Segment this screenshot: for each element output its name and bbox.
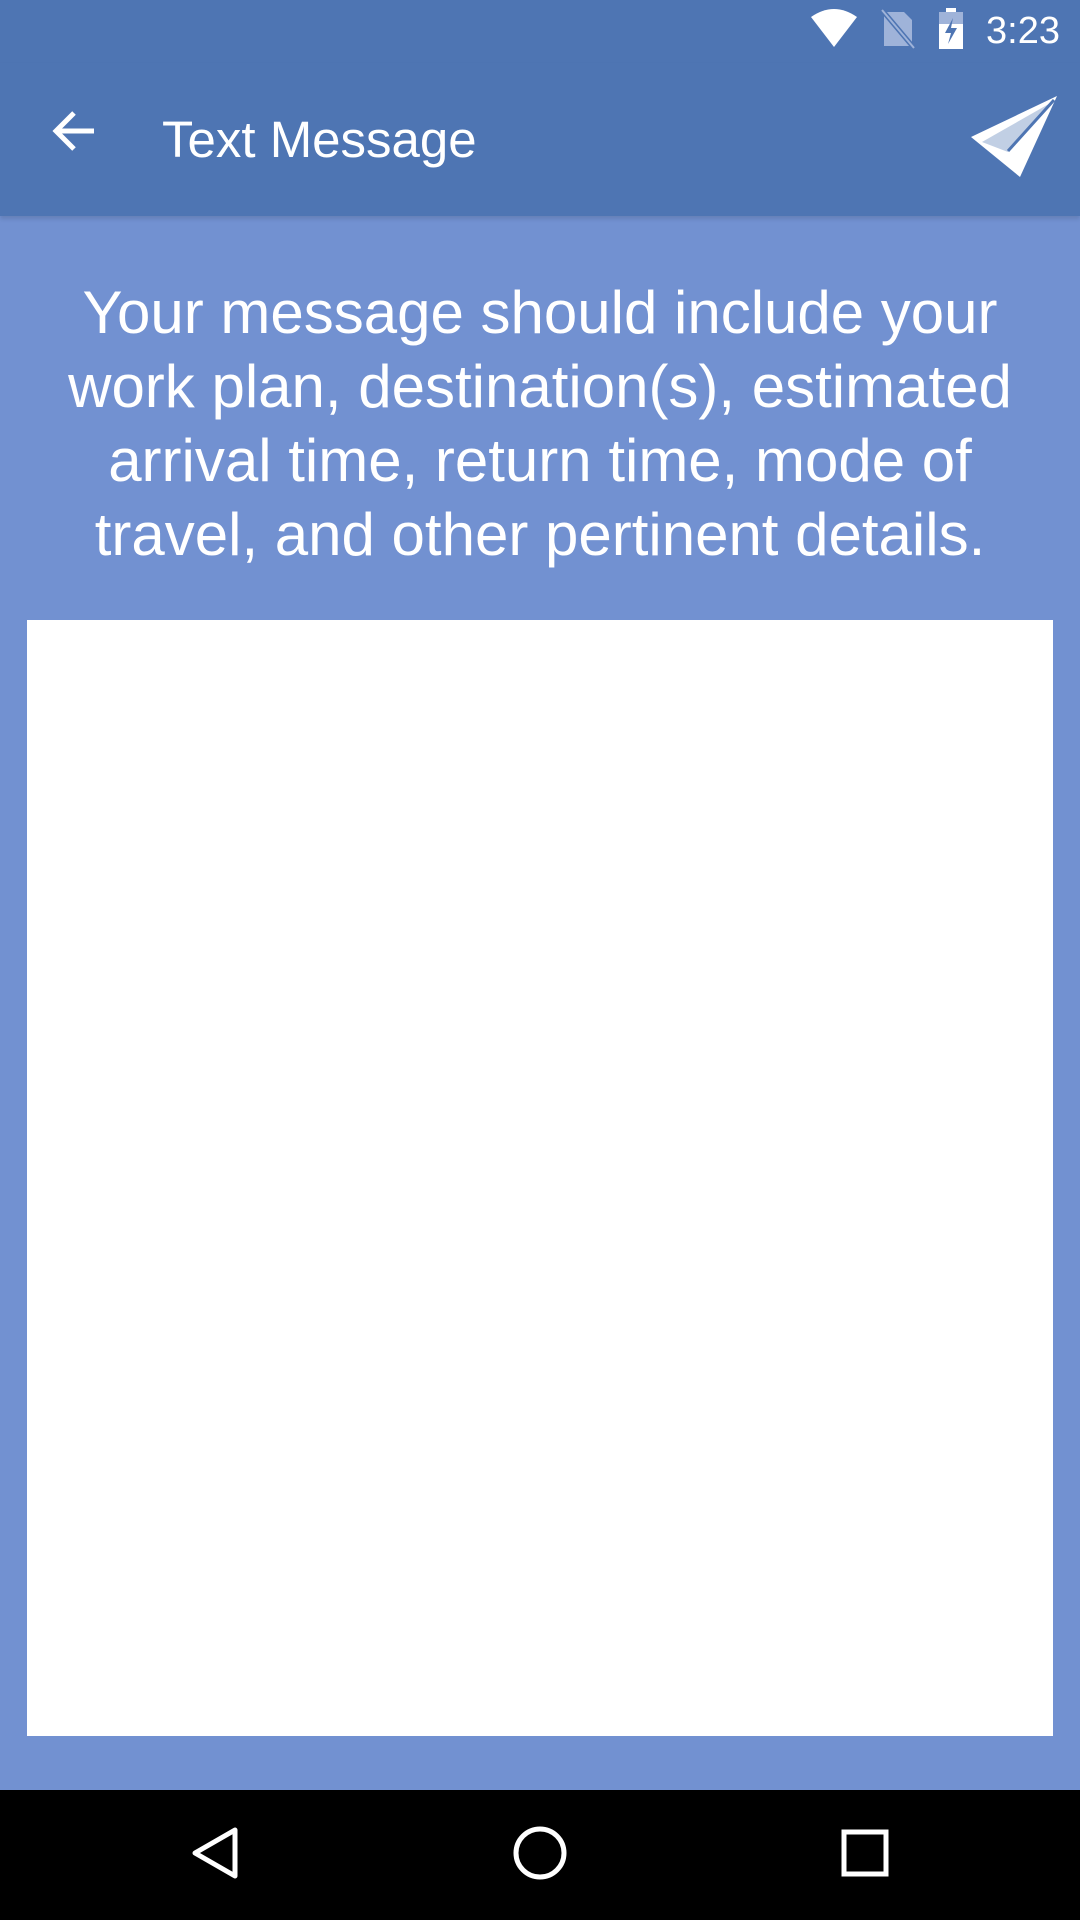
back-button[interactable] (34, 93, 114, 173)
no-sim-icon (880, 8, 916, 55)
status-bar: 3:23 (0, 0, 1080, 63)
app-bar: Text Message (0, 63, 1080, 216)
arrow-left-icon (50, 107, 98, 160)
nav-home-button[interactable] (500, 1815, 580, 1895)
send-button[interactable] (966, 93, 1062, 183)
status-icons: 3:23 (810, 0, 1060, 63)
recents-square-icon (840, 1828, 890, 1883)
screen: 3:23 Text Message Your message should in… (0, 0, 1080, 1920)
status-time: 3:23 (986, 10, 1060, 52)
home-circle-icon (512, 1825, 568, 1886)
nav-recents-button[interactable] (825, 1815, 905, 1895)
page-title: Text Message (162, 111, 477, 168)
wifi-icon (810, 9, 858, 54)
message-input[interactable] (27, 620, 1053, 1736)
nav-back-button[interactable] (175, 1815, 255, 1895)
battery-charging-icon (938, 8, 964, 55)
back-triangle-icon (189, 1826, 241, 1885)
paper-plane-icon (970, 95, 1058, 182)
instructions-text: Your message should include your work pl… (68, 279, 1012, 568)
navigation-bar (0, 1790, 1080, 1920)
